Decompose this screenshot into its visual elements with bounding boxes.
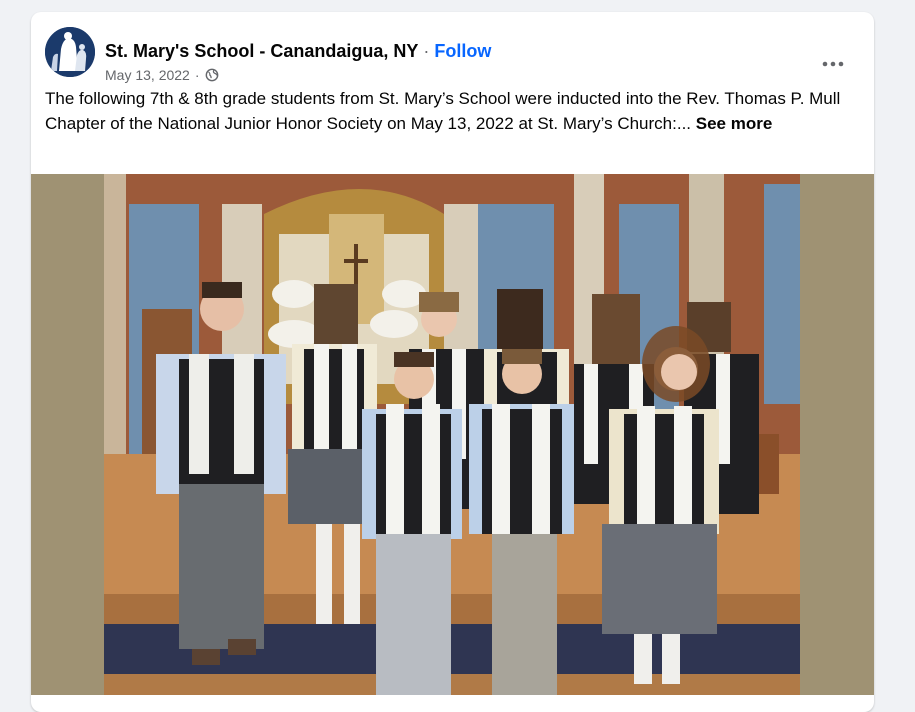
page-avatar[interactable] [45,27,95,77]
post-photo-container[interactable] [31,174,874,695]
group-photo-image [104,174,800,695]
see-more-link[interactable]: See more [696,114,773,133]
avatar-logo-image [45,27,95,77]
more-options-icon [822,61,844,67]
post-meta: May 13, 2022 · [105,67,219,83]
post-date-link[interactable]: May 13, 2022 [105,67,190,83]
post-card: St. Mary's School - Canandaigua, NY · Fo… [31,12,874,712]
follow-button[interactable]: Follow [434,41,491,61]
more-options-button[interactable] [818,49,848,79]
globe-icon[interactable] [205,68,219,82]
meta-separator-dot: · [194,67,200,83]
post-header: St. Mary's School - Canandaigua, NY · Fo… [45,27,860,83]
post-text: The following 7th & 8th grade students f… [45,86,860,136]
post-photo[interactable] [104,174,800,695]
page-name-link[interactable]: St. Mary's School - Canandaigua, NY [105,41,418,61]
separator-dot: · [423,41,430,61]
post-author-line: St. Mary's School - Canandaigua, NY · Fo… [105,41,491,62]
